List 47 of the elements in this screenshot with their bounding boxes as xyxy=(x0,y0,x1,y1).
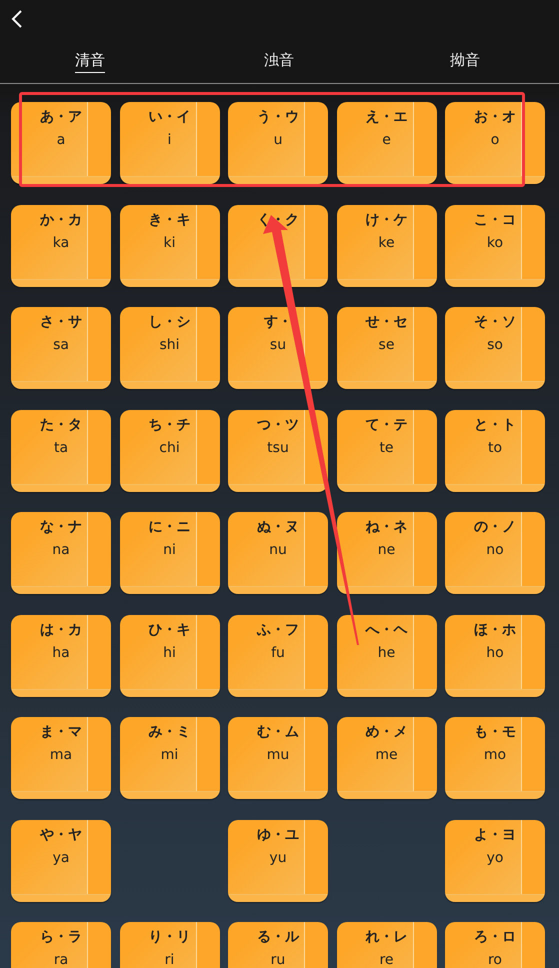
kana-key[interactable]: に・ニ ni xyxy=(120,512,220,594)
kana-key[interactable]: や・ヤ ya xyxy=(11,820,111,902)
kana-key[interactable]: ふ・フ fu xyxy=(228,614,328,696)
back-icon xyxy=(11,9,23,29)
kana-key[interactable]: は・カ ha xyxy=(11,614,111,696)
kana-key[interactable]: る・ル ru xyxy=(228,922,328,968)
kana-key[interactable]: し・シ shi xyxy=(120,307,220,389)
kana-key[interactable]: う・ウ u xyxy=(228,102,328,184)
kana-key[interactable]: へ・ヘ he xyxy=(336,614,436,696)
kana-key[interactable]: ら・ラ ra xyxy=(11,922,111,968)
kana-key[interactable]: む・ム mu xyxy=(228,717,328,799)
tab[interactable]: 浊音 xyxy=(180,38,378,83)
kana-key[interactable]: せ・セ se xyxy=(336,307,436,389)
kana-key[interactable]: す・ su xyxy=(228,307,328,389)
kana-key[interactable]: つ・ツ tsu xyxy=(228,410,328,492)
kana-key[interactable]: ち・チ chi xyxy=(120,410,220,492)
kana-key[interactable]: り・リ ri xyxy=(120,922,220,968)
kana-key[interactable]: え・エ e xyxy=(336,102,436,184)
tab[interactable]: 清音 xyxy=(0,38,180,83)
kana-key[interactable]: た・タ ta xyxy=(11,410,111,492)
kana-key[interactable]: も・モ mo xyxy=(445,717,545,799)
kana-key[interactable]: の・ノ no xyxy=(445,512,545,594)
kana-key[interactable]: と・ト to xyxy=(445,410,545,492)
kana-key[interactable]: れ・レ re xyxy=(336,922,436,968)
kana-key[interactable]: く・ク xyxy=(228,204,328,286)
kana-key[interactable]: ね・ネ ne xyxy=(336,512,436,594)
kana-key[interactable]: き・キ ki xyxy=(120,204,220,286)
kana-key[interactable]: ひ・キ hi xyxy=(120,614,220,696)
kana-key[interactable]: こ・コ ko xyxy=(445,204,545,286)
kana-key[interactable]: め・メ me xyxy=(336,717,436,799)
kana-key[interactable]: て・テ te xyxy=(336,410,436,492)
kana-key[interactable]: か・カ ka xyxy=(11,204,111,286)
kana-key[interactable]: ぬ・ヌ nu xyxy=(228,512,328,594)
kana-key[interactable]: な・ナ na xyxy=(11,512,111,594)
kana-key[interactable]: け・ケ ke xyxy=(336,204,436,286)
kana-key[interactable]: ろ・ロ ro xyxy=(445,922,545,968)
kana-key[interactable]: み・ミ mi xyxy=(120,717,220,799)
kana-key[interactable]: よ・ヨ yo xyxy=(445,820,545,902)
kana-key[interactable]: さ・サ sa xyxy=(11,307,111,389)
kana-key[interactable]: ほ・ホ ho xyxy=(445,614,545,696)
kana-key[interactable]: そ・ソ so xyxy=(445,307,545,389)
kana-key[interactable]: ま・マ ma xyxy=(11,717,111,799)
kana-key[interactable]: い・イ i xyxy=(120,102,220,184)
kana-key[interactable]: ゆ・ユ yu xyxy=(228,820,328,902)
kana-key[interactable]: お・オ o xyxy=(445,102,545,184)
kana-key[interactable]: あ・ア a xyxy=(11,102,111,184)
tab[interactable]: 拗音 xyxy=(378,38,552,83)
